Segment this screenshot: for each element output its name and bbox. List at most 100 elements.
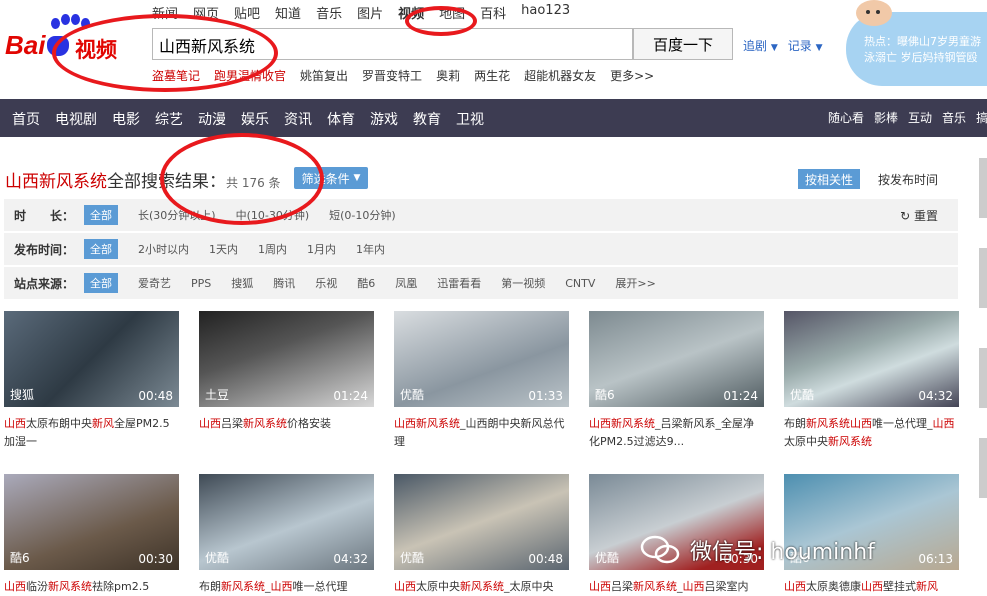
channel-funny[interactable]: 搞笑 — [976, 109, 987, 126]
video-source: 土豆 — [205, 388, 230, 402]
filter-option[interactable]: 全部 — [84, 239, 118, 259]
search-input[interactable]: 山西新风系统 — [152, 28, 633, 60]
filter-button[interactable]: 筛选条件 ▼ — [294, 167, 368, 189]
filter-option[interactable]: 凤凰 — [395, 275, 417, 291]
history-link[interactable]: 记录 ▼ — [788, 37, 823, 54]
follow-link[interactable]: 追剧 ▼ — [743, 37, 778, 54]
filter-option[interactable]: 全部 — [84, 205, 118, 225]
filter-option[interactable]: 迅雷看看 — [437, 275, 481, 291]
video-title[interactable]: 山西吕梁新风系统_山西吕梁室内 — [589, 578, 764, 596]
right-sidebar-edge — [974, 138, 987, 596]
video-title[interactable]: 山西太原中央新风系统_太原中央 — [394, 578, 569, 596]
video-title[interactable]: 山西太原奥德康山西壁挂式新风 — [784, 578, 959, 596]
filter-option[interactable]: 1周内 — [258, 241, 287, 257]
sidebar-thumb[interactable] — [979, 438, 987, 498]
nav-video[interactable]: 视频 — [398, 3, 424, 22]
channel-interactive[interactable]: 互动 — [908, 109, 932, 126]
video-title[interactable]: 山西吕梁新风系统价格安装 — [199, 415, 374, 433]
filter-option[interactable]: 中(10-30分钟) — [236, 207, 310, 223]
mascot-icon — [856, 0, 892, 26]
channel-music[interactable]: 音乐 — [942, 109, 966, 126]
video-title[interactable]: 布朗新风系统_山西唯一总代理 — [199, 578, 374, 596]
channel-ent[interactable]: 娱乐 — [241, 109, 269, 129]
hot-word[interactable]: 盗墓笔记 — [152, 67, 200, 84]
nav-web[interactable]: 网页 — [193, 3, 219, 22]
hot-word[interactable]: 跑男温情收官 — [214, 67, 286, 84]
video-thumbnail[interactable]: 优酷 01:33 — [394, 311, 569, 407]
channel-yingbang[interactable]: 影棒 — [874, 109, 898, 126]
filter-option[interactable]: 全部 — [84, 273, 118, 293]
hot-word[interactable]: 超能机器女友 — [524, 67, 596, 84]
channel-satellite[interactable]: 卫视 — [456, 109, 484, 129]
channel-variety[interactable]: 综艺 — [155, 109, 183, 129]
video-thumbnail[interactable]: 酷6 01:24 — [589, 311, 764, 407]
filter-option[interactable]: 1月内 — [307, 241, 336, 257]
caret-down-icon: ▼ — [353, 173, 361, 183]
nav-map[interactable]: 地图 — [439, 3, 465, 22]
video-title[interactable]: 布朗新风系统山西唯一总代理_山西太原中央新风系统 — [784, 415, 959, 451]
nav-tieba[interactable]: 贴吧 — [234, 3, 260, 22]
filter-option[interactable]: 1天内 — [209, 241, 238, 257]
video-source: 优酷 — [205, 551, 230, 565]
filter-option[interactable]: 长(30分钟以上) — [138, 207, 216, 223]
video-title[interactable]: 山西临汾新风系统祛除pm2.5 — [4, 578, 179, 596]
filter-option[interactable]: 爱奇艺 — [138, 275, 171, 291]
channel-anime[interactable]: 动漫 — [198, 109, 226, 129]
video-title[interactable]: 山西新风系统_山西朗中央新风总代理 — [394, 415, 569, 451]
video-duration: 01:24 — [723, 389, 758, 403]
video-duration: 00:30 — [138, 552, 173, 566]
hot-word[interactable]: 奥莉 — [436, 67, 460, 84]
channel-movie[interactable]: 电影 — [112, 109, 140, 129]
results-title: 山西新风系统全部搜索结果：共 176 条 — [5, 167, 281, 192]
filter-site-row: 站点来源： 全部 爱奇艺 PPS 搜狐 腾讯 乐视 酷6 凤凰 迅雷看看 第一视… — [4, 267, 958, 299]
video-thumbnail[interactable]: 优酷 04:32 — [199, 474, 374, 570]
video-source: 优酷 — [790, 388, 815, 402]
video-source: 酷6 — [595, 388, 615, 402]
channel-sports[interactable]: 体育 — [327, 109, 355, 129]
reset-button[interactable]: ↻ 重置 — [900, 207, 938, 224]
more-link[interactable]: 更多>> — [610, 67, 654, 84]
filter-option[interactable]: CNTV — [565, 277, 595, 290]
filter-option[interactable]: 酷6 — [357, 275, 375, 291]
video-title[interactable]: 山西新风系统_吕梁新风系_全屋净化PM2.5过滤达9... — [589, 415, 764, 451]
filter-label: 发布时间： — [14, 242, 75, 257]
channel-random[interactable]: 随心看 — [828, 109, 864, 126]
sort-relevance-button[interactable]: 按相关性 — [798, 169, 860, 189]
baidu-video-logo[interactable]: Bai 视频 — [5, 14, 145, 62]
sidebar-thumb[interactable] — [979, 348, 987, 408]
sort-time-button[interactable]: 按发布时间 — [878, 171, 938, 188]
filter-option[interactable]: 2小时以内 — [138, 241, 189, 257]
video-thumbnail[interactable]: 土豆 01:24 — [199, 311, 374, 407]
channel-home[interactable]: 首页 — [12, 109, 40, 129]
filter-option[interactable]: 短(0-10分钟) — [329, 207, 396, 223]
filter-option[interactable]: 腾讯 — [273, 275, 295, 291]
filter-option[interactable]: 搜狐 — [231, 275, 253, 291]
expand-link[interactable]: 展开>> — [615, 275, 655, 291]
nav-baike[interactable]: 百科 — [480, 3, 506, 22]
filter-option[interactable]: 乐视 — [315, 275, 337, 291]
hot-word[interactable]: 罗晋变特工 — [362, 67, 422, 84]
nav-music[interactable]: 音乐 — [316, 3, 342, 22]
hot-word[interactable]: 姚笛复出 — [300, 67, 348, 84]
hot-word[interactable]: 两生花 — [474, 67, 510, 84]
channel-tv[interactable]: 电视剧 — [55, 109, 97, 129]
sidebar-thumb[interactable] — [979, 248, 987, 308]
filter-option[interactable]: 1年内 — [356, 241, 385, 257]
nav-hao123[interactable]: hao123 — [521, 3, 570, 22]
sidebar-thumb[interactable] — [979, 158, 987, 218]
results-count: 共 176 条 — [226, 176, 281, 190]
nav-zhidao[interactable]: 知道 — [275, 3, 301, 22]
search-button[interactable]: 百度一下 — [633, 28, 733, 60]
video-thumbnail[interactable]: 优酷 04:32 — [784, 311, 959, 407]
channel-news[interactable]: 资讯 — [284, 109, 312, 129]
filter-option[interactable]: 第一视频 — [501, 275, 545, 291]
video-thumbnail[interactable]: 酷6 00:30 — [4, 474, 179, 570]
nav-image[interactable]: 图片 — [357, 3, 383, 22]
filter-option[interactable]: PPS — [191, 277, 211, 290]
channel-edu[interactable]: 教育 — [413, 109, 441, 129]
nav-news[interactable]: 新闻 — [152, 3, 178, 22]
video-thumbnail[interactable]: 优酷 00:48 — [394, 474, 569, 570]
video-thumbnail[interactable]: 搜狐 00:48 — [4, 311, 179, 407]
channel-games[interactable]: 游戏 — [370, 109, 398, 129]
video-title[interactable]: 山西太原布朗中央新风全屋PM2.5加湿一 — [4, 415, 179, 451]
